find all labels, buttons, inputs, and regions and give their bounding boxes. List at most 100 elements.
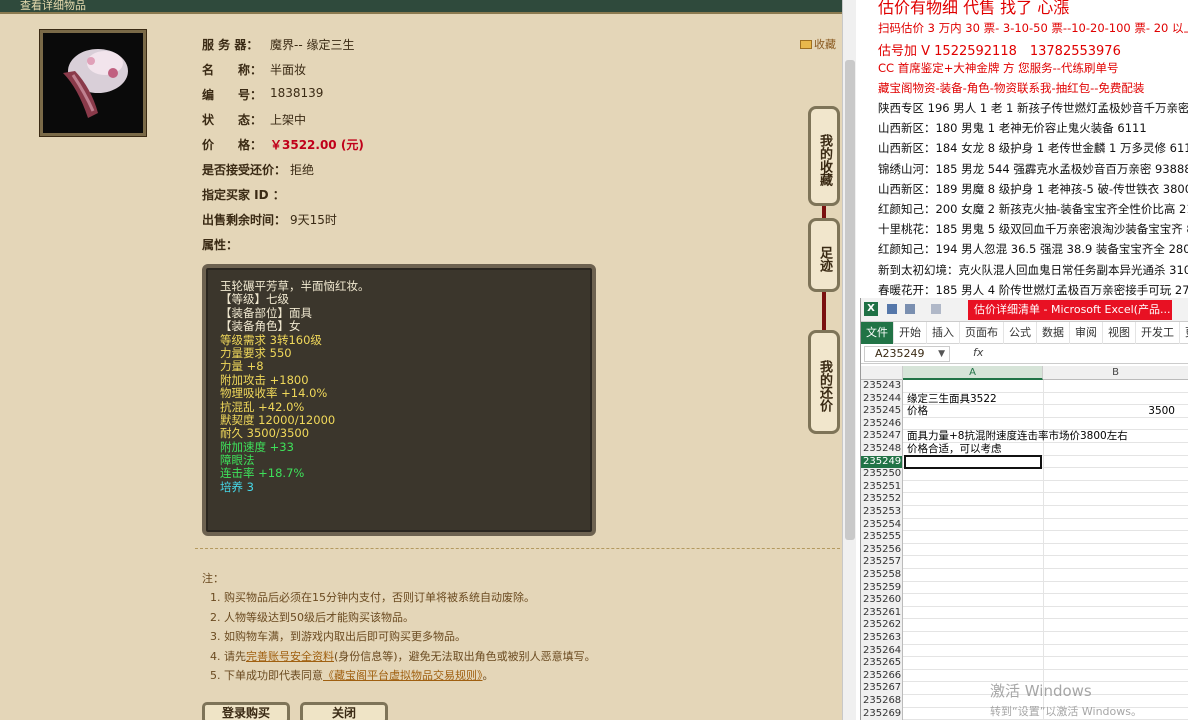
table-row: 235257 [861,556,1188,569]
ribbon-tab[interactable]: 审阅 [1070,322,1103,344]
ribbon-tab[interactable]: 视图 [1103,322,1136,344]
ribbon-tabs: 文件开始插入页面布公式数据审阅视图开发工更多 [861,322,1188,344]
row-header[interactable]: 235254 [861,518,903,532]
footprints-button[interactable]: 足迹 [808,218,840,292]
cell-a[interactable]: 缘定三生面具3522 [907,393,997,406]
column-header-a[interactable]: A [903,366,1043,380]
info-value: 1838139 [270,86,324,100]
row-header[interactable]: 235248 [861,443,903,456]
row-header[interactable]: 235267 [861,682,903,695]
doc-line: CC 首席鉴定+大神金牌 方 您服务--代练刷单号 [878,61,1119,75]
doc-entry: 红颜知己：200 女魔 2 新孩克火抽-装备宝宝齐全性价比高 215 [878,202,1188,216]
row-header[interactable]: 235257 [861,556,903,569]
ribbon-tab[interactable]: 更多 [1180,322,1188,344]
row-header[interactable]: 235250 [861,468,903,481]
login-buy-label: 登录购买 [221,706,270,720]
info-label: 状 态： [202,113,263,127]
info-row: 是否接受还价： 拒绝 [202,161,314,179]
divider [195,548,840,549]
info-label: 指定买家 ID ： [202,188,285,202]
row-header[interactable]: 235252 [861,493,903,506]
redo-icon[interactable] [931,304,941,314]
row-header[interactable]: 235262 [861,619,903,632]
info-value: 魔界-- 缘定三生 [270,38,355,52]
ribbon-tab[interactable]: 页面布 [960,322,1004,344]
ribbon-tab[interactable]: 数据 [1037,322,1070,344]
table-row: 235246 [861,417,1188,431]
row-header[interactable]: 235266 [861,669,903,683]
note-text: 4. 请先 [210,649,246,663]
doc-entry: 红颜知己：194 男人忽混 36.5 强混 38.9 装备宝宝齐全 28000 [878,242,1188,257]
column-headers: A B [861,366,1188,380]
row-header[interactable]: 235268 [861,695,903,708]
ribbon-tab[interactable]: 开发工 [1136,322,1180,344]
info-row: 属性： [202,236,242,254]
attribute-line: 力量要求 550 [220,345,292,360]
doc-line: 估号加 V 1522592118 13782553976 [878,44,1121,59]
fx-icon[interactable]: fx [973,346,983,359]
trade-rules-link[interactable]: 《藏宝阁平台虚拟物品交易规则》 [323,669,483,682]
row-header[interactable]: 235260 [861,594,903,607]
row-header[interactable]: 235251 [861,480,903,494]
info-row: 名 称： 半面妆 [202,61,306,79]
row-header[interactable]: 235264 [861,644,903,658]
save-icon[interactable] [887,304,897,314]
row-header[interactable]: 235255 [861,531,903,544]
account-security-link[interactable]: 完善账号安全资料 [246,650,334,663]
row-header[interactable]: 235258 [861,569,903,582]
attribute-line: 【装备角色】女 [220,319,301,334]
attribute-line: 玉轮碾平芳草，半面恼红妆。 [220,279,370,293]
table-row: 235263 [861,632,1188,645]
cell-b[interactable]: 3500 [1043,405,1175,418]
row-header[interactable]: 235261 [861,606,903,620]
close-button[interactable]: 关闭 [300,702,388,720]
info-value: 上架中 [270,113,307,127]
name-box[interactable]: A235249 ▼ [864,346,950,362]
ribbon-tab[interactable]: 公式 [1004,322,1037,344]
windows-activation-watermark: 激活 Windows 转到“设置”以激活 Windows。 [990,680,1142,719]
ribbon-tab[interactable]: 开始 [894,322,927,344]
ribbon-tab[interactable]: 文件 [861,322,894,344]
row-header[interactable]: 235265 [861,657,903,670]
notes-title: 注： [202,572,224,585]
row-header[interactable]: 235243 [861,380,903,393]
button-connector [822,292,826,332]
select-all-corner[interactable] [861,366,903,380]
attribute-line: 附加攻击 +1800 [220,372,309,387]
row-header[interactable]: 235245 [861,405,903,418]
scrollbar-thumb[interactable] [845,60,855,540]
cell-a[interactable]: 面具力量+8抗混附速度连击率市场价3800左右 [907,430,1128,443]
row-header[interactable]: 235259 [861,581,903,595]
item-detail-page: 查看详细物品 服 务 器： 魔界-- 缘定三生名 称： 半面妆编 号： 1838139… [0,0,842,720]
spreadsheet-grid[interactable]: A B 235243 235244 缘定三生面具3522 235245 价格 3500 23… [861,366,1188,720]
column-header-b[interactable]: B [1043,366,1188,380]
info-value: 拒绝 [290,163,315,177]
info-row: 价 格： ￥3522.00 (元) [202,136,364,154]
row-header[interactable]: 235256 [861,543,903,557]
footprints-label: 足迹 [817,246,832,272]
row-header[interactable]: 235247 [861,430,903,443]
row-header[interactable]: 235263 [861,632,903,645]
ribbon-tab[interactable]: 插入 [927,322,960,344]
cell-a[interactable]: 价格 [907,405,928,418]
row-header[interactable]: 235253 [861,506,903,519]
table-row: 235250 [861,468,1188,481]
attribute-line: 抗混乱 +42.0% [220,399,305,414]
note-text: (身份信息等)，避免无法取出角色或被别人恶意填写。 [334,649,596,663]
login-buy-button[interactable]: 登录购买 [202,702,290,720]
attribute-line: 物理吸收率 +14.0% [220,386,328,401]
undo-icon[interactable] [905,304,915,314]
info-value: ￥3522.00 (元) [270,138,364,152]
my-favorites-button[interactable]: 我的收藏 [808,106,840,206]
folder-icon [800,39,812,49]
row-header[interactable]: 235249 [861,455,903,469]
favorite-link[interactable]: 收藏 [800,36,836,52]
table-row: 235244 缘定三生面具3522 [861,392,1188,406]
my-bargain-button[interactable]: 我的还价 [808,330,840,434]
active-cell[interactable] [904,454,1042,469]
row-header[interactable]: 235246 [861,417,903,431]
doc-line: 扫码估价 3 万内 30 票- 3-10-50 票--10-20-100 票- … [878,21,1188,35]
page-scrollbar[interactable] [842,0,856,720]
row-header[interactable]: 235244 [861,392,903,406]
row-header[interactable]: 235269 [861,707,903,720]
